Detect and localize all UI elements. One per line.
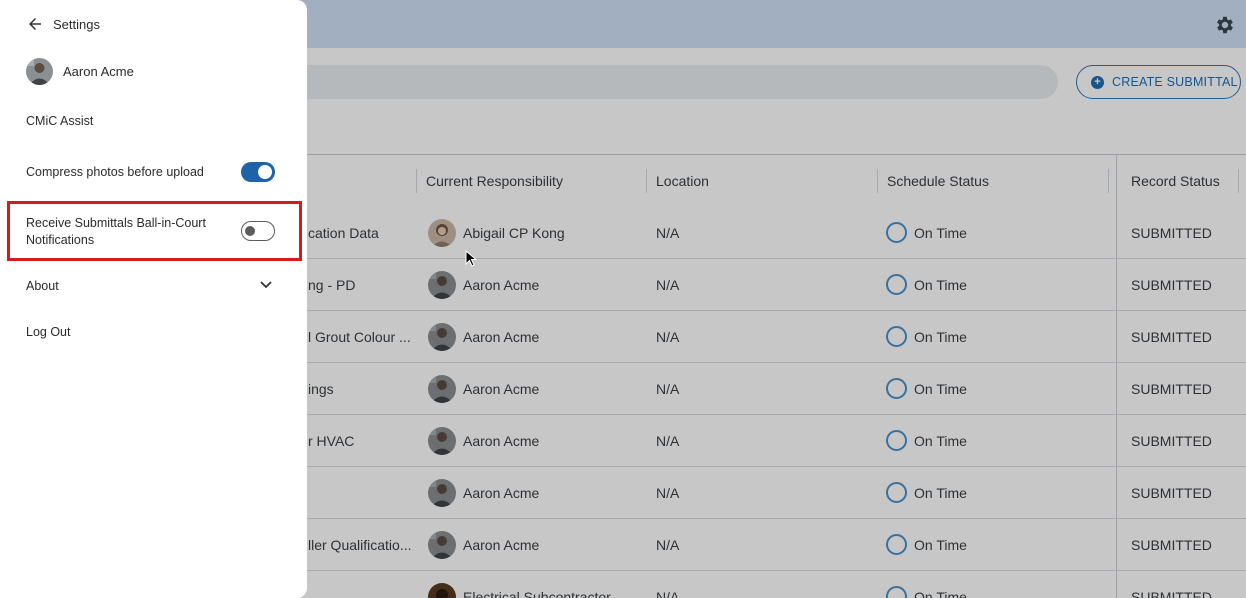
ball-in-court-label-line1: Receive Submittals Ball-in-Court — [26, 216, 206, 230]
avatar — [26, 58, 53, 85]
toggle-knob — [245, 225, 255, 236]
user-name: Aaron Acme — [63, 64, 134, 79]
back-arrow-icon[interactable] — [26, 15, 44, 33]
settings-drawer: Settings Aaron Acme CMiC Assist Compress… — [0, 0, 307, 598]
log-out-item[interactable]: Log Out — [26, 325, 70, 339]
cmic-assist-item[interactable]: CMiC Assist — [26, 114, 93, 128]
ball-in-court-notifications-toggle[interactable] — [241, 221, 275, 241]
chevron-down-icon[interactable] — [259, 279, 273, 291]
user-profile: Aaron Acme — [26, 58, 134, 85]
toggle-knob — [258, 165, 272, 179]
compress-photos-label: Compress photos before upload — [26, 165, 204, 179]
mouse-cursor-icon — [465, 250, 477, 267]
compress-photos-toggle[interactable] — [241, 162, 275, 182]
about-item[interactable]: About — [26, 279, 59, 293]
drawer-title: Settings — [53, 16, 100, 32]
ball-in-court-label-line2: Notifications — [26, 233, 95, 247]
drawer-header: Settings — [26, 14, 100, 34]
